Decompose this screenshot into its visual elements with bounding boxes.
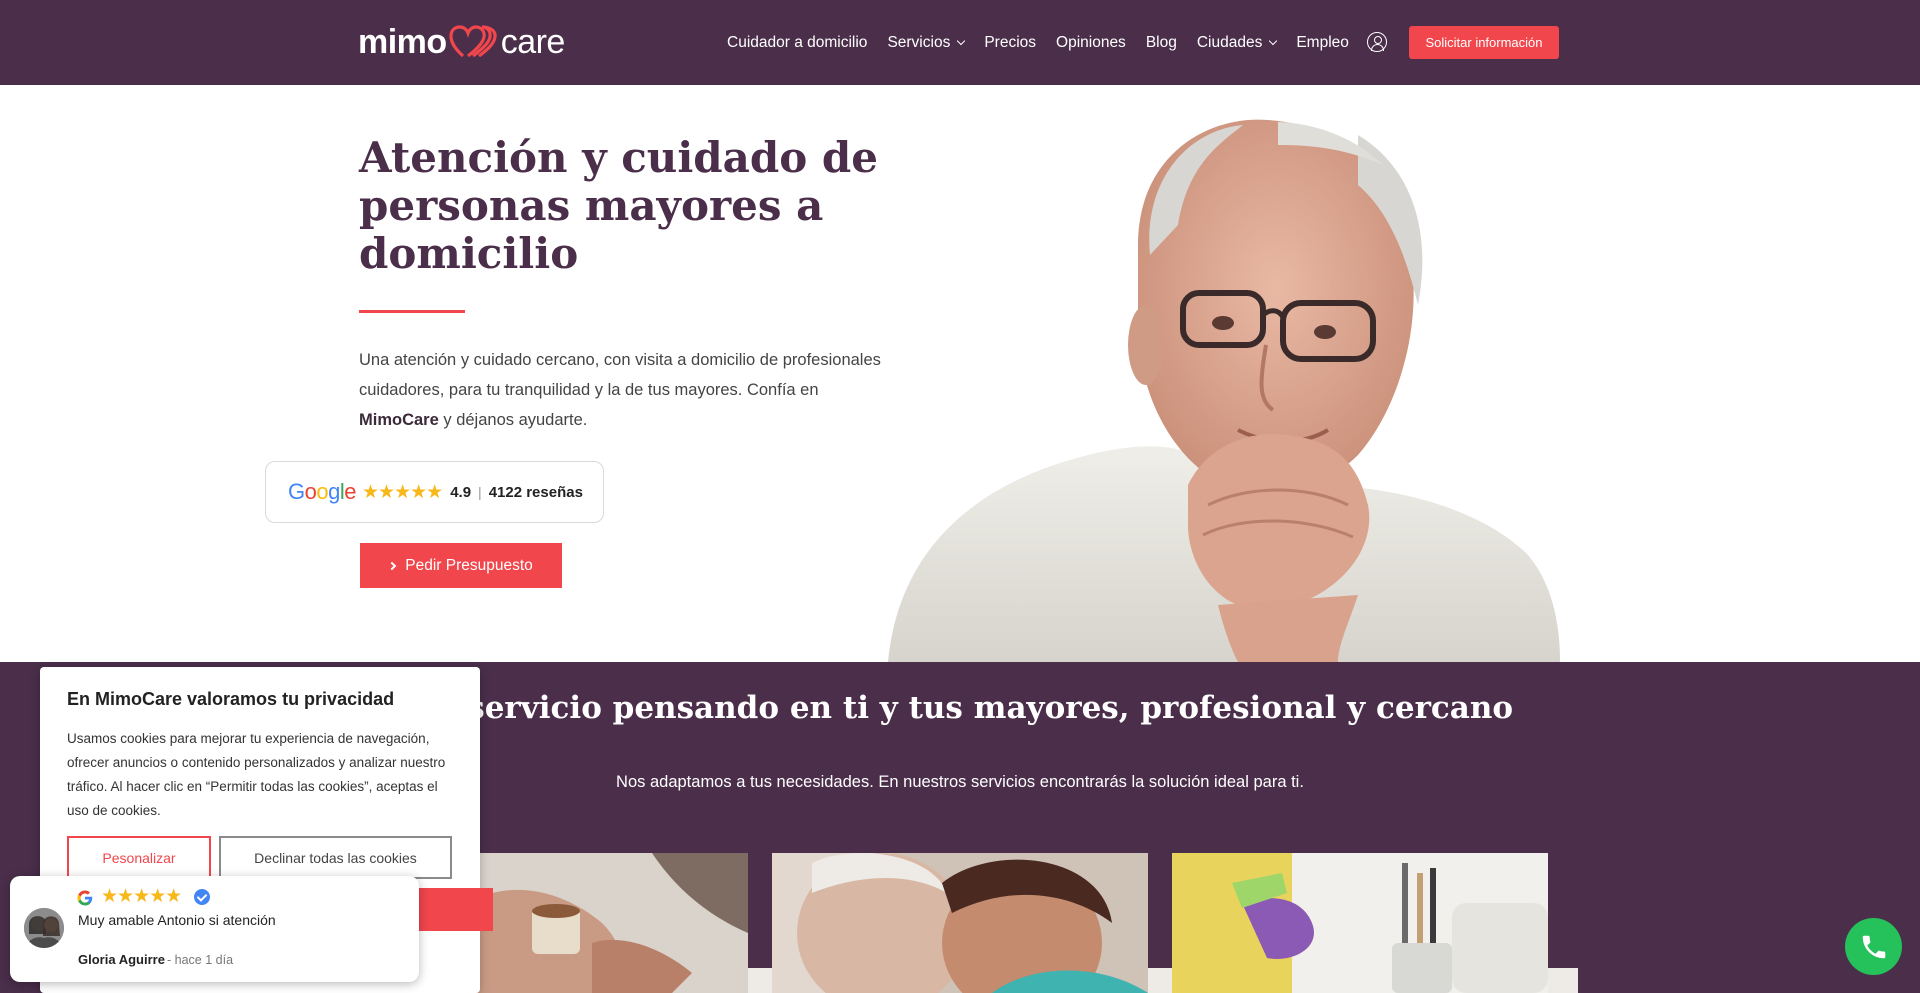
nav-label: Blog [1145, 33, 1177, 51]
reviewer-name: Gloria Aguirre [78, 952, 165, 967]
nav-item-blog[interactable]: Blog [1146, 34, 1177, 52]
chevron-down-icon [1269, 36, 1278, 45]
phone-icon [1862, 935, 1885, 958]
nav-label: Empleo [1296, 33, 1349, 51]
nav-label: Opiniones [1056, 33, 1126, 51]
google-logo: Google [288, 479, 357, 504]
google-rating-badge[interactable]: Google ★★★★★ 4.9 | 4122 reseñas [265, 461, 604, 523]
rating-score: 4.9 [450, 483, 472, 501]
cookie-text: Usamos cookies para mejorar tu experienc… [67, 731, 446, 818]
hero-title: Atención y cuidado de personas mayores a… [359, 133, 878, 278]
hero-divider [359, 310, 465, 313]
nav-label: Servicios [887, 33, 951, 51]
hero-text-part: y déjanos ayudarte. [438, 411, 588, 429]
request-quote-label: Pedir Presupuesto [405, 556, 533, 574]
cookie-personalize-button[interactable]: Pesonalizar [67, 836, 211, 879]
hero-text-part: Una atención y cuidado cercano, con visi… [359, 351, 881, 399]
nav-item-opiniones[interactable]: Opiniones [1056, 34, 1126, 52]
site-header: mimo care Cuidador a domicilio Servicios… [0, 0, 1920, 85]
service-card-personal-care[interactable] [772, 853, 1148, 993]
mimocare-logo[interactable]: mimo care [358, 22, 565, 62]
reviewer-avatar-illustration [24, 908, 64, 948]
review-text: Muy amable Antonio si atención [78, 912, 276, 928]
nav-label: Ciudades [1196, 33, 1263, 51]
main-nav: Cuidador a domicilio Servicios Precios O… [727, 0, 1369, 85]
cookie-title: En MimoCare valoramos tu privacidad [67, 689, 395, 709]
logo-text-care: care [500, 22, 566, 61]
chevron-down-icon [957, 36, 966, 45]
nav-item-cuidador[interactable]: Cuidador a domicilio [727, 34, 867, 52]
nav-item-ciudades[interactable]: Ciudades [1196, 33, 1278, 52]
review-stars-icon: ★★★★★ [101, 886, 182, 907]
request-info-button[interactable]: Solicitar información [1409, 26, 1559, 59]
cookie-allow-button[interactable] [417, 888, 493, 931]
logo-text-mimo: mimo [358, 22, 447, 61]
phone-call-button[interactable] [1845, 918, 1902, 975]
request-quote-button[interactable]: Pedir Presupuesto [360, 543, 562, 588]
review-time: - hace 1 día [167, 953, 234, 967]
nav-item-empleo[interactable]: Empleo [1296, 34, 1349, 52]
hero-photo-elderly-man [888, 85, 1560, 662]
nav-label: Precios [984, 33, 1037, 51]
rating-stars-icon: ★★★★★ [362, 481, 443, 503]
hero-description: Una atención y cuidado cercano, con visi… [359, 345, 899, 435]
service-photo-cleaning-kitchen [1172, 853, 1548, 993]
service-photo-caregiver-hug [772, 853, 1148, 993]
service-card-home-cleaning[interactable] [1172, 853, 1548, 993]
nav-item-precios[interactable]: Precios [984, 34, 1036, 52]
rating-count: 4122 reseñas [488, 483, 583, 501]
cookie-decline-button[interactable]: Declinar todas las cookies [219, 836, 452, 879]
google-g-icon [77, 890, 93, 906]
chevron-right-icon [387, 561, 397, 570]
nav-label: Cuidador a domicilio [727, 33, 868, 51]
review-popup[interactable]: ★★★★★ Muy amable Antonio si atención Glo… [10, 876, 419, 982]
heart-logo-icon [449, 25, 497, 58]
elderly-man-illustration [888, 119, 1560, 662]
verified-check-icon [194, 889, 210, 905]
hero-brand-name: MimoCare [359, 411, 439, 429]
reviewer-avatar [24, 908, 64, 948]
nav-item-servicios[interactable]: Servicios [887, 33, 966, 52]
rating-separator: | [478, 484, 482, 500]
user-account-icon[interactable] [1367, 32, 1387, 52]
